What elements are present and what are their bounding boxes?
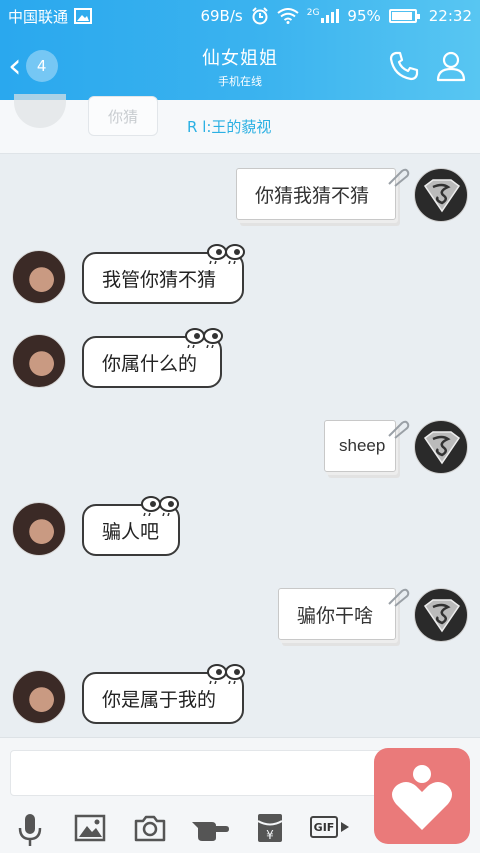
message-text: 我管你猜不猜 [102,268,217,291]
message-input[interactable] [10,750,385,796]
my-avatar[interactable] [414,168,468,222]
message-text: sheep [339,436,386,455]
image-icon[interactable] [74,814,106,842]
heart-person-icon [392,765,452,830]
alarm-icon [252,7,268,25]
message-bubble[interactable]: 骗你干啥 [278,588,396,640]
hand-icon[interactable] [190,816,230,842]
network-speed: 69B/s [200,7,243,25]
red-packet-symbol: ¥ [266,828,274,842]
superman-icon [423,599,461,633]
chat-header: ‹ 4 仙女姐姐 手机在线 [0,32,480,100]
carrier-label: 中国联通 [8,7,69,26]
contact-avatar[interactable] [12,250,66,304]
superman-icon [423,179,461,213]
profile-icon[interactable] [436,50,466,82]
battery-icon [388,9,420,23]
red-packet-icon[interactable]: ¥ [256,812,284,844]
pinned-peek-bubble: 你猜 [88,96,158,136]
heart-button[interactable] [374,748,470,844]
message-text: 骗人吧 [102,520,160,543]
gif-play-icon [341,822,349,832]
paperclip-icon [388,168,410,187]
pinned-text[interactable]: R l:王的藐视 [187,116,271,137]
contact-avatar[interactable] [12,670,66,724]
bubble-eyes-icon [207,244,245,264]
contact-avatar[interactable] [12,334,66,388]
paperclip-icon [388,420,410,439]
gif-icon[interactable]: GIF [310,816,350,838]
signal-icon [321,9,340,23]
my-avatar[interactable] [414,420,468,474]
top-bar: 中国联通 69B/s 2G 95% 22:32 ‹ 4 仙女姐姐 手机在线 [0,0,480,100]
bubble-eyes-icon [207,664,245,684]
microphone-icon[interactable] [16,812,44,848]
pinned-avatar [14,94,66,128]
camera-icon[interactable] [134,814,166,842]
pinned-message-bar[interactable]: 你猜 R l:王的藐视 [0,94,480,154]
bubble-eyes-icon [141,496,179,516]
message-text: 你猜我猜不猜 [255,184,370,207]
clock: 22:32 [428,7,472,25]
contact-avatar[interactable] [12,502,66,556]
message-text: 你属什么的 [102,352,198,375]
gif-label: GIF [310,816,338,838]
superman-icon [423,431,461,465]
message-bubble[interactable]: 你猜我猜不猜 [236,168,396,220]
picture-notification-icon [74,8,93,24]
paperclip-icon [388,588,410,607]
bubble-eyes-icon [185,328,223,348]
status-bar: 中国联通 69B/s 2G 95% 22:32 [0,0,480,32]
network-type: 2G [306,8,320,18]
message-text: 骗你干啥 [297,604,374,627]
message-text: 你是属于我的 [102,688,217,711]
battery-percent: 95% [347,7,381,25]
wifi-icon [277,8,299,24]
my-avatar[interactable] [414,588,468,642]
phone-icon[interactable] [388,50,420,82]
